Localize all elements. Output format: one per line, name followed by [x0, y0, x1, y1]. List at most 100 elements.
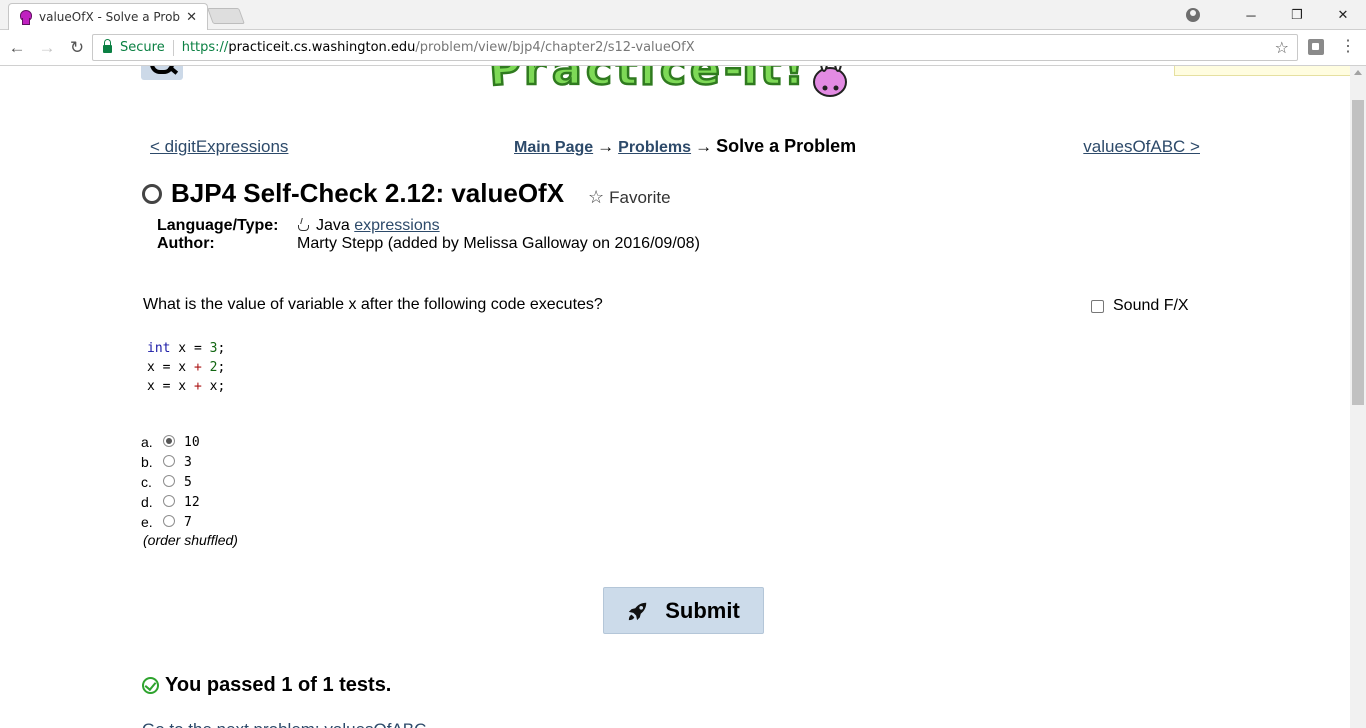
tab-close-icon[interactable]: ✕ [186, 9, 197, 25]
svg-text:P: P [488, 66, 523, 96]
order-shuffled-note: (order shuffled) [143, 532, 238, 548]
lock-icon [103, 39, 112, 53]
answer-letter: d. [141, 494, 153, 510]
meta-language-key: Language/Type: [157, 217, 279, 234]
answer-radio[interactable] [163, 474, 175, 487]
breadcrumb-problems[interactable]: Problems [618, 139, 691, 156]
favorite-button[interactable]: ☆ Favorite [588, 187, 671, 208]
answer-radio[interactable] [163, 494, 175, 507]
restore-button[interactable]: ❐ [1274, 0, 1320, 30]
answer-letter: a. [141, 434, 153, 450]
page-title-row: BJP4 Self-Check 2.12: valueOfX [142, 178, 564, 209]
new-tab-button[interactable] [207, 8, 245, 24]
profile-icon[interactable] [1186, 8, 1200, 22]
meta-language-value: Java expressions [297, 217, 440, 235]
page-viewport: P r a c t i c e - I t ! < digitExpressio… [0, 66, 1350, 728]
answer-letter: b. [141, 454, 153, 470]
url-host: practiceit.cs.washington.edu [228, 40, 416, 55]
submit-button[interactable]: Submit [603, 587, 764, 634]
vertical-scrollbar[interactable] [1350, 66, 1366, 728]
svg-text:c: c [586, 66, 612, 95]
breadcrumb-arrow: → [597, 137, 615, 156]
svg-text:t: t [616, 66, 637, 95]
page-title: BJP4 Self-Check 2.12: valueOfX [171, 178, 565, 208]
url-scheme: https:// [181, 40, 229, 55]
meta-author-row: Author: Marty Stepp (added by Melissa Ga… [157, 235, 700, 253]
svg-text:a: a [552, 66, 582, 95]
bookmark-star-icon[interactable]: ☆ [1275, 38, 1289, 57]
sound-fx-checkbox[interactable] [1091, 299, 1104, 313]
answer-option-e[interactable]: e. 7 [141, 512, 238, 532]
next-problem-link[interactable]: Go to the next problem: valuesOfABC [142, 720, 426, 728]
search-icon[interactable] [141, 66, 183, 80]
unsolved-status-icon [142, 183, 162, 204]
menu-icon[interactable]: ⋮ [1340, 37, 1356, 57]
answer-value: 10 [184, 434, 200, 450]
prev-problem-link[interactable]: < digitExpressions [150, 137, 288, 157]
notification-box [1174, 66, 1350, 76]
svg-text:!: ! [784, 66, 804, 95]
favorite-label: Favorite [609, 187, 671, 207]
sound-fx-toggle[interactable]: Sound F/X [1091, 297, 1189, 315]
problem-nav: < digitExpressions Main Page → Problems → So… [150, 136, 1200, 160]
submit-label: Submit [665, 597, 740, 623]
answer-radio[interactable] [163, 434, 175, 447]
breadcrumb-current: Solve a Problem [716, 136, 857, 156]
question-text: What is the value of variable x after th… [143, 296, 603, 313]
check-circle-icon [142, 677, 159, 694]
url-path: /problem/view/bjp4/chapter2/s12-valueOfX [415, 40, 695, 55]
answer-radio[interactable] [163, 454, 175, 467]
answer-letter: e. [141, 514, 153, 530]
browser-tab-strip: valueOfX - Solve a Proble ✕ ─ ❐ ✕ [0, 0, 1366, 30]
address-bar[interactable]: Secure https:// practiceit.cs.washington… [92, 34, 1298, 61]
code-line-2: x = x + 2; [147, 360, 226, 375]
answer-choices: a. 10 b. 3 c. 5 d. 12 e. 7 (order shuffl… [141, 432, 238, 548]
language-name: Java [316, 217, 350, 234]
omnibox-divider [172, 39, 174, 56]
back-icon[interactable]: ← [4, 35, 30, 61]
answer-value: 12 [184, 494, 200, 510]
answer-radio[interactable] [163, 514, 175, 527]
answer-option-d[interactable]: d. 12 [141, 492, 238, 512]
rocket-icon [629, 602, 647, 620]
meta-language-row: Language/Type: Java expressions [157, 217, 700, 235]
answer-option-c[interactable]: c. 5 [141, 472, 238, 492]
browser-tab[interactable]: valueOfX - Solve a Proble ✕ [8, 3, 208, 30]
breadcrumb-arrow: → [695, 137, 713, 156]
svg-text:-: - [724, 66, 742, 95]
svg-text:i: i [640, 66, 655, 95]
test-result: You passed 1 of 1 tests. [142, 674, 391, 697]
reload-icon[interactable]: ↻ [64, 35, 90, 61]
code-line-3: x = x + x; [147, 379, 226, 394]
next-problem-nav-link[interactable]: valuesOfABC > [1083, 137, 1200, 157]
sound-fx-label: Sound F/X [1113, 297, 1189, 314]
svg-text:c: c [660, 66, 686, 95]
code-block: int x = 3; x = x + 2; x = x + x; [147, 339, 225, 396]
type-link[interactable]: expressions [354, 217, 439, 234]
forward-icon[interactable]: → [34, 35, 60, 61]
meta-author-value: Marty Stepp (added by Melissa Galloway o… [297, 235, 700, 252]
breadcrumb: Main Page → Problems → Solve a Problem [514, 136, 856, 157]
java-cup-icon [297, 218, 309, 231]
tab-title: valueOfX - Solve a Proble [39, 10, 181, 24]
practice-it-logo: P r a c t i c e - I t ! [488, 66, 847, 97]
extension-icon[interactable] [1308, 39, 1324, 55]
svg-text:e: e [690, 66, 720, 95]
result-text: You passed 1 of 1 tests. [165, 674, 392, 696]
answer-value: 3 [184, 454, 192, 470]
practiceit-favicon-icon [19, 10, 32, 25]
answer-option-b[interactable]: b. 3 [141, 452, 238, 472]
meta-author-key: Author: [157, 235, 215, 252]
close-window-button[interactable]: ✕ [1320, 0, 1366, 30]
answer-letter: c. [141, 474, 152, 490]
scroll-up-arrow-icon[interactable] [1354, 70, 1362, 75]
favorite-star-icon: ☆ [588, 187, 605, 207]
minimize-button[interactable]: ─ [1228, 0, 1274, 30]
answer-option-a[interactable]: a. 10 [141, 432, 238, 452]
breadcrumb-main-page[interactable]: Main Page [514, 139, 593, 156]
cow-mascot-icon [813, 66, 847, 97]
svg-text:I: I [742, 66, 758, 95]
scrollbar-thumb[interactable] [1352, 100, 1364, 405]
answer-value: 7 [184, 514, 192, 530]
answer-value: 5 [184, 474, 192, 490]
